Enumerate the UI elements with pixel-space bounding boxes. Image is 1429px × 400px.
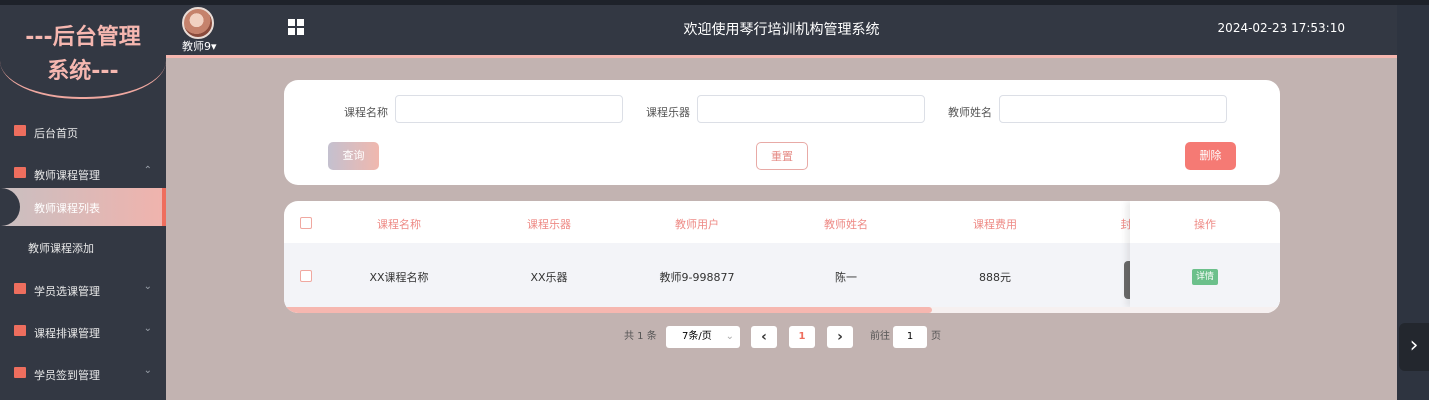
goto-suffix: 页 [931,331,941,342]
monitor-icon [14,125,26,136]
column-header[interactable]: 课程乐器 [494,216,604,232]
sidebar-item-label: 后台首页 [34,127,78,140]
cell-fee: 888元 [979,271,1011,284]
course-table: 课程名称 课程乐器 教师用户 教师姓名 课程费用 封 XX课程名称 XX乐器 教… [284,201,1280,313]
chart-icon [14,367,26,378]
sidebar-subitem-label: 教师课程添加 [28,242,94,255]
sidebar-item-checkin[interactable]: 学员签到管理 ⌄ [0,355,166,393]
course-name-label: 课程名称 [344,106,388,119]
user-menu[interactable]: 教师9▾ [182,38,217,54]
datetime: 2024-02-23 17:53:10 [1217,21,1345,35]
page-size-select[interactable]: 7条/页 ⌄ [666,326,740,348]
brand-line-2: 系统--- [47,59,119,84]
sidebar: ---后台管理 系统--- 后台首页 教师课程管理 ⌃ 教师课程列表 教师课程添… [0,5,166,400]
caret-down-icon: ▾ [211,40,217,53]
search-panel: 课程名称 课程乐器 教师姓名 查询 重置 删除 [284,80,1280,185]
sidebar-item-student-select[interactable]: 学员选课管理 ⌄ [0,271,166,309]
row-checkbox[interactable] [300,270,312,282]
chevron-up-icon: ⌃ [143,165,152,176]
detail-button[interactable]: 详情 [1192,269,1218,285]
chart-icon [14,283,26,294]
page-title: 欢迎使用琴行培训机构管理系统 [683,22,880,38]
select-all-checkbox[interactable] [300,217,312,229]
chevron-down-icon: ⌄ [143,281,152,292]
course-instrument-label: 课程乐器 [646,106,690,119]
operation-column: 操作 详情 [1130,201,1280,307]
goto-page-input[interactable]: 1 [893,326,927,348]
cell-teacher-user: 教师9-998877 [659,271,735,284]
sidebar-item-schedule[interactable]: 课程排课管理 ⌄ [0,313,166,351]
column-header: 操作 [1194,218,1216,231]
teacher-name-label: 教师姓名 [948,106,992,119]
column-header[interactable]: 教师姓名 [791,216,901,232]
username: 教师9 [182,40,211,53]
cell-course-name: XX课程名称 [369,271,429,284]
brand-logo: ---后台管理 系统--- [0,5,166,99]
chevron-down-icon: ⌄ [143,323,152,334]
scrollbar-thumb[interactable] [284,307,932,313]
delete-button[interactable]: 删除 [1185,142,1236,170]
sidebar-subitem-course-add[interactable]: 教师课程添加 [0,229,166,265]
sidebar-item-home[interactable]: 后台首页 [0,113,166,151]
horizontal-scrollbar[interactable] [284,307,1280,313]
chevron-down-icon: ⌄ [143,365,152,376]
chart-icon [14,167,26,178]
chevron-down-icon: ⌄ [725,331,734,342]
goto-label: 前往 [870,331,890,342]
page-number-current[interactable]: 1 [789,326,815,348]
sidebar-item-label: 教师课程管理 [34,169,100,182]
operation-cell: 详情 [1130,243,1280,307]
course-instrument-input[interactable] [697,95,925,123]
course-name-input[interactable] [395,95,623,123]
cell-instrument: XX乐器 [530,271,568,284]
page-size-value: 7条/页 [682,331,712,342]
chart-icon [14,325,26,336]
chevron-right-icon[interactable]: › [1399,323,1429,371]
sidebar-subitem-label: 教师课程列表 [34,202,100,215]
prev-page-button[interactable]: ‹ [751,326,777,348]
next-page-button[interactable]: › [827,326,853,348]
cell-teacher-name: 陈一 [835,271,857,284]
top-header: 教师9▾ 欢迎使用琴行培训机构管理系统 2024-02-23 17:53:10 [166,5,1397,58]
main-content: 课程名称 课程乐器 教师姓名 查询 重置 删除 课程名称 课程乐器 教师用户 教… [166,58,1397,400]
sidebar-item-label: 学员选课管理 [34,285,100,298]
sidebar-subitem-course-list[interactable]: 教师课程列表 [0,188,166,226]
sidebar-item-label: 课程排课管理 [34,327,100,340]
total-count: 共 1 条 [624,331,657,342]
column-header[interactable]: 课程费用 [940,216,1050,232]
sidebar-item-label: 学员签到管理 [34,369,100,382]
column-header[interactable]: 教师用户 [642,216,752,232]
brand-line-1: ---后台管理 [25,25,141,50]
query-button[interactable]: 查询 [328,142,379,170]
teacher-name-input[interactable] [999,95,1227,123]
reset-button[interactable]: 重置 [756,142,808,170]
column-header[interactable]: 课程名称 [344,216,454,232]
